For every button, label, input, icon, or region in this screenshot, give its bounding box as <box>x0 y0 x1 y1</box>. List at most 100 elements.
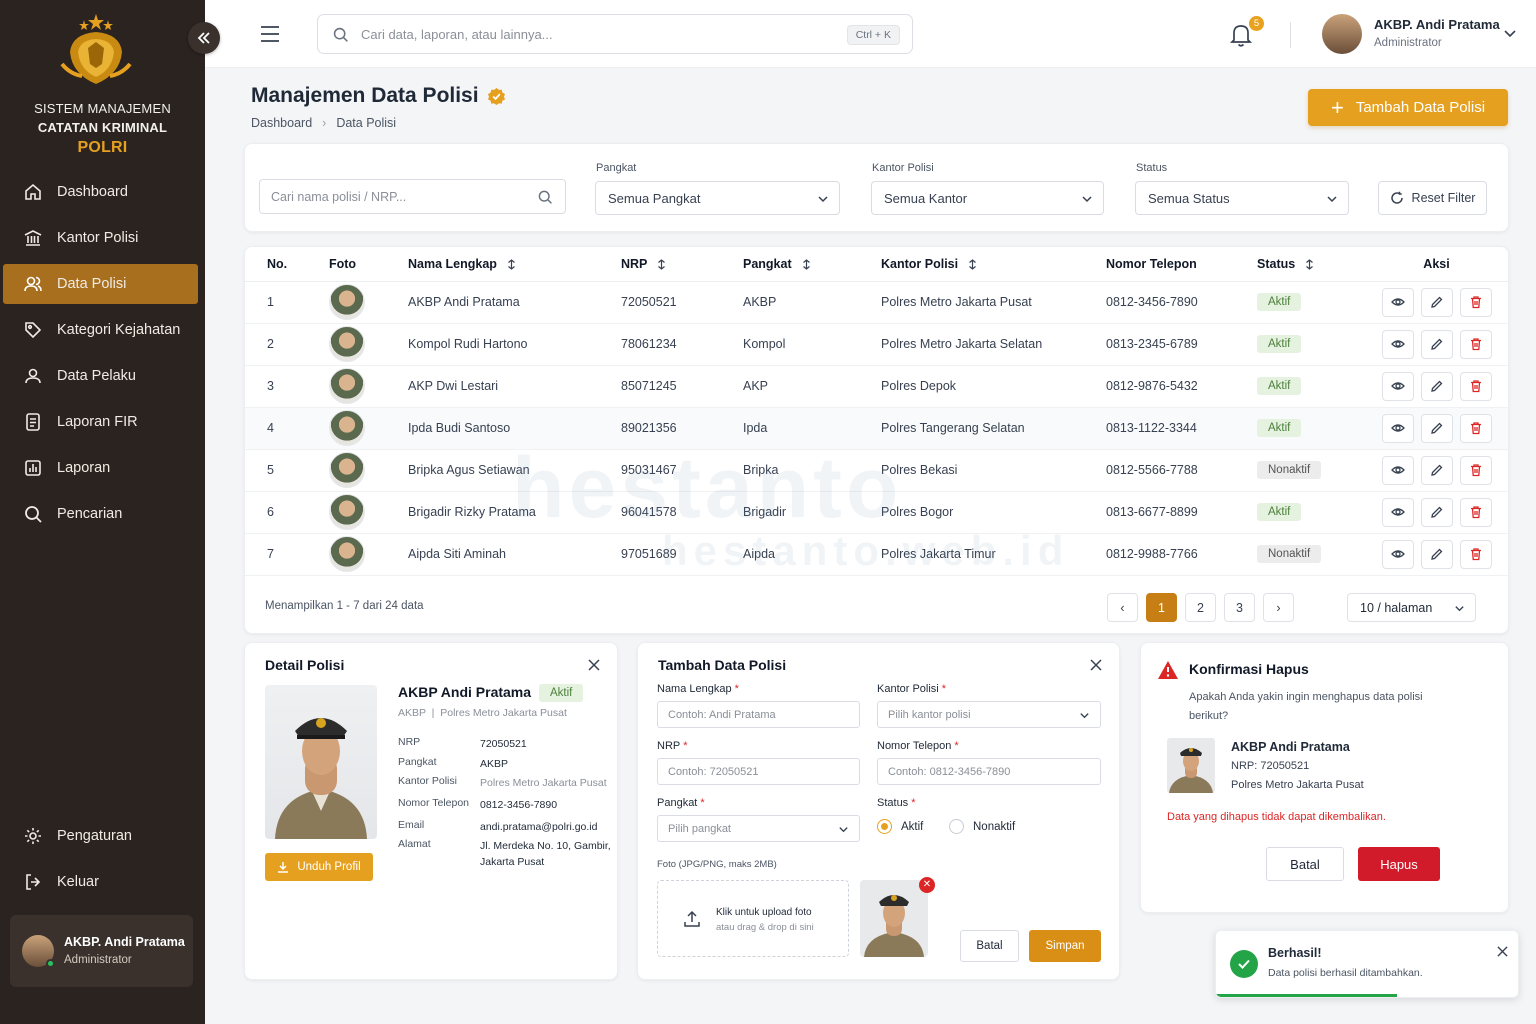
chevron-down-icon[interactable] <box>1503 26 1517 40</box>
sidebar-item-kantor-polisi[interactable]: Kantor Polisi <box>3 218 198 258</box>
delete-confirm-dialog: Konfirmasi Hapus Apakah Anda yakin ingin… <box>1140 642 1509 913</box>
edit-button[interactable] <box>1420 455 1453 485</box>
view-button[interactable] <box>1381 455 1414 485</box>
delete-button[interactable] <box>1459 455 1492 485</box>
menu-icon[interactable] <box>260 25 280 43</box>
status-badge: Aktif <box>1257 335 1302 353</box>
global-search-input[interactable]: Cari data, laporan, atau lainnya... Ctrl… <box>317 14 913 54</box>
officer-photo <box>329 536 365 572</box>
status-radio-aktif[interactable]: Aktif <box>877 819 923 834</box>
delete-button[interactable] <box>1459 497 1492 527</box>
page-button-1[interactable]: 1 <box>1146 593 1177 622</box>
nrp-label: NRP * <box>657 740 688 752</box>
view-button[interactable] <box>1381 371 1414 401</box>
cell-kantor: Polres Jakarta Timur <box>881 533 1106 576</box>
confirm-delete-button[interactable]: Hapus <box>1358 847 1440 881</box>
sidebar-user-card[interactable]: AKBP. Andi Pratama Administrator <box>10 915 193 987</box>
remove-photo-button[interactable]: ✕ <box>919 877 935 893</box>
download-profile-button[interactable]: Unduh Profil <box>265 853 373 881</box>
field-label: Email <box>398 819 425 831</box>
per-page-select[interactable]: 10 / halaman <box>1347 593 1476 622</box>
col-kantor[interactable]: Kantor Polisi <box>881 247 1106 282</box>
confirm-title: Konfirmasi Hapus <box>1189 661 1309 677</box>
view-button[interactable] <box>1381 413 1414 443</box>
sidebar-item-data-pelaku[interactable]: Data Pelaku <box>3 356 198 396</box>
status-radio-nonaktif[interactable]: Nonaktif <box>949 819 1015 834</box>
status-filter-select[interactable]: Semua Status <box>1135 181 1349 215</box>
col-header-label: Aksi <box>1423 256 1450 271</box>
per-page-value: 10 / halaman <box>1360 600 1433 615</box>
sidebar-item-dashboard[interactable]: Dashboard <box>3 172 198 212</box>
delete-button[interactable] <box>1459 413 1492 443</box>
trash-icon <box>1470 296 1481 309</box>
photo-upload-dropzone[interactable]: Klik untuk upload foto atau drag & drop … <box>657 880 849 957</box>
sidebar-item-label: Data Polisi <box>57 276 127 292</box>
edit-button[interactable] <box>1420 287 1453 317</box>
sort-icon <box>658 259 666 270</box>
top-user-menu[interactable]: AKBP. Andi Pratama Administrator <box>1322 14 1500 54</box>
cell-kantor: Polres Bogor <box>881 491 1106 534</box>
delete-button[interactable] <box>1459 371 1492 401</box>
next-page-button[interactable]: › <box>1263 593 1294 622</box>
page-button-3[interactable]: 3 <box>1224 593 1255 622</box>
confirm-message: Apakah Anda yakin ingin menghapus data p… <box>1189 691 1423 722</box>
breadcrumb-dashboard[interactable]: Dashboard <box>251 116 312 130</box>
sidebar-item-pencarian[interactable]: Pencarian <box>3 494 198 534</box>
pangkat-filter-select[interactable]: Semua Pangkat <box>595 181 840 215</box>
cancel-button[interactable]: Batal <box>960 930 1019 962</box>
kantor-label: Kantor Polisi * <box>877 683 946 695</box>
close-icon[interactable] <box>1090 659 1102 671</box>
edit-button[interactable] <box>1420 329 1453 359</box>
close-icon[interactable] <box>588 659 600 671</box>
officer-photo <box>329 494 365 530</box>
sidebar-item-pengaturan[interactable]: Pengaturan <box>3 816 198 856</box>
nrp-input[interactable]: Contoh: 72050521 <box>657 758 860 785</box>
cancel-delete-button[interactable]: Batal <box>1266 847 1344 881</box>
view-button[interactable] <box>1381 329 1414 359</box>
telepon-input[interactable]: Contoh: 0812-3456-7890 <box>877 758 1101 785</box>
col-header-label: Pangkat <box>743 256 792 271</box>
brand-line1: SISTEM MANAJEMEN <box>34 101 171 116</box>
cell-kantor: Polres Tangerang Selatan <box>881 407 1106 450</box>
home-icon <box>25 183 41 200</box>
view-button[interactable] <box>1381 497 1414 527</box>
col-status[interactable]: Status <box>1257 247 1365 282</box>
sidebar-item-keluar[interactable]: Keluar <box>3 862 198 902</box>
delete-button[interactable] <box>1459 287 1492 317</box>
sort-icon <box>508 259 515 270</box>
sidebar-item-laporan-fir[interactable]: Laporan FIR <box>3 402 198 442</box>
trash-icon <box>1470 464 1481 477</box>
officer-photo <box>329 326 365 362</box>
page-button-2[interactable]: 2 <box>1185 593 1216 622</box>
col-pangkat[interactable]: Pangkat <box>743 247 881 282</box>
col-foto: Foto <box>329 247 408 282</box>
add-police-button[interactable]: + Tambah Data Polisi <box>1308 89 1508 126</box>
edit-button[interactable] <box>1420 371 1453 401</box>
sidebar-item-kategori-kejahatan[interactable]: Kategori Kejahatan <box>3 310 198 350</box>
prev-page-button[interactable]: ‹ <box>1107 593 1138 622</box>
edit-button[interactable] <box>1420 539 1453 569</box>
view-button[interactable] <box>1381 287 1414 317</box>
cell-status: Aktif <box>1257 491 1365 534</box>
close-icon[interactable] <box>1497 946 1508 957</box>
col-nrp[interactable]: NRP <box>621 247 743 282</box>
kantor-select[interactable]: Pilih kantor polisi <box>877 701 1101 728</box>
edit-button[interactable] <box>1420 413 1453 443</box>
reset-filter-button[interactable]: Reset Filter <box>1378 181 1487 215</box>
col-nama[interactable]: Nama Lengkap <box>408 247 621 282</box>
cell-telepon: 0812-3456-7890 <box>1106 281 1257 324</box>
kantor-filter-select[interactable]: Semua Kantor <box>871 181 1104 215</box>
nama-input[interactable]: Contoh: Andi Pratama <box>657 701 860 728</box>
save-button[interactable]: Simpan <box>1029 930 1101 962</box>
collapse-sidebar-button[interactable] <box>188 22 220 54</box>
delete-button[interactable] <box>1459 539 1492 569</box>
filter-search-input[interactable]: Cari nama polisi / NRP... <box>259 179 566 214</box>
edit-button[interactable] <box>1420 497 1453 527</box>
page-header: Manajemen Data Polisi Dashboard › Data P… <box>251 84 506 130</box>
sidebar-item-data-polisi[interactable]: Data Polisi <box>3 264 198 304</box>
view-button[interactable] <box>1381 539 1414 569</box>
delete-button[interactable] <box>1459 329 1492 359</box>
sidebar-item-laporan[interactable]: Laporan <box>3 448 198 488</box>
avatar <box>1322 14 1362 54</box>
pangkat-select[interactable]: Pilih pangkat <box>657 815 860 842</box>
